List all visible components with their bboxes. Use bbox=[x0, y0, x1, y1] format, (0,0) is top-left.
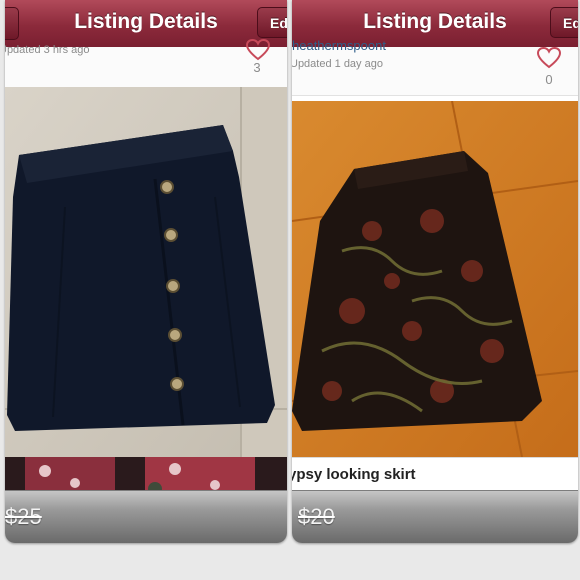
listing-meta: heathermspoont Updated 1 day ago 0 bbox=[292, 38, 578, 96]
edit-button[interactable]: Ed bbox=[257, 7, 287, 38]
price-bar: $20 bbox=[292, 490, 578, 543]
listing-panel-left: Listing Details Ed Updated 3 hrs ago 3 $… bbox=[5, 0, 287, 543]
seller-name-link[interactable]: heathermspoont bbox=[292, 38, 386, 53]
listing-title[interactable]: ypsy looking skirt bbox=[292, 466, 416, 483]
price-bar: $25 bbox=[5, 490, 287, 543]
price-text: $20 bbox=[298, 504, 335, 529]
edit-button[interactable]: Ed bbox=[550, 7, 578, 38]
heart-icon[interactable] bbox=[245, 38, 271, 62]
updated-text: Updated 1 day ago bbox=[292, 58, 383, 70]
listing-title-bar: ypsy looking skirt bbox=[292, 457, 578, 492]
updated-text: Updated 3 hrs ago bbox=[5, 44, 90, 56]
floral-skirt-photo bbox=[292, 101, 578, 457]
listing-photo[interactable] bbox=[5, 87, 287, 457]
likes-count: 3 bbox=[253, 60, 261, 75]
likes-count: 0 bbox=[545, 72, 553, 87]
navy-button-skirt-photo bbox=[5, 87, 287, 457]
listing-panel-right: Listing Details Ed heathermspoont Update… bbox=[292, 0, 578, 543]
heart-icon[interactable] bbox=[536, 46, 562, 70]
nav-title: Listing Details bbox=[74, 10, 218, 33]
nav-title: Listing Details bbox=[363, 10, 507, 33]
listing-photo[interactable] bbox=[292, 101, 578, 457]
price-text: $25 bbox=[5, 504, 42, 529]
